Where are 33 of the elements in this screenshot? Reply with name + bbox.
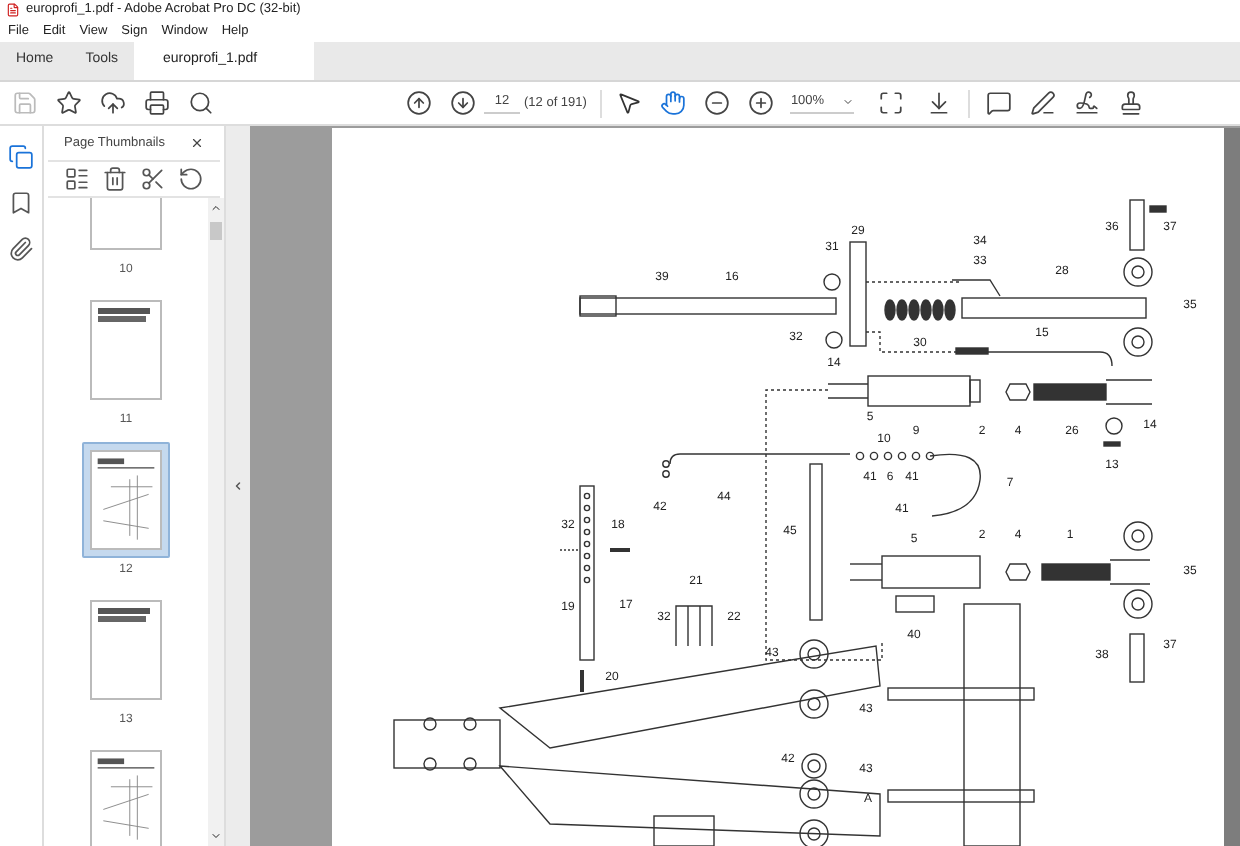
rotate-icon[interactable] [178,166,204,192]
pen-icon[interactable] [1030,90,1057,116]
cloud-upload-icon[interactable] [100,90,126,116]
star-icon[interactable] [56,90,82,116]
bookmark-icon[interactable] [8,190,34,216]
comment-icon[interactable] [986,90,1013,116]
scroll-down-icon[interactable] [210,830,222,842]
collapse-icon[interactable] [232,480,244,492]
trash-icon[interactable] [102,166,128,192]
print-icon[interactable] [144,90,170,116]
page-thumbnail[interactable] [82,442,170,558]
scrollbar[interactable] [1224,128,1240,846]
paperclip-icon[interactable] [8,236,34,262]
pointer-icon[interactable] [616,90,643,116]
scroll-up-icon[interactable] [210,202,222,214]
fit-page-icon[interactable] [878,90,905,116]
pdf-file-icon [6,2,20,18]
close-icon[interactable] [190,136,204,150]
options-icon[interactable] [64,166,90,192]
scissors-icon[interactable] [140,166,166,192]
search-icon[interactable] [188,90,214,116]
caret-icon [842,96,855,108]
signature-icon[interactable] [1074,90,1101,116]
scroll-icon[interactable] [926,90,953,116]
pages-icon[interactable] [8,144,34,170]
next-page-icon[interactable] [450,90,476,116]
previous-page-icon[interactable] [406,90,432,116]
scrollbar[interactable] [208,198,224,846]
zoom-out-icon[interactable] [704,90,731,116]
zoom-in-icon[interactable] [748,90,775,116]
hand-icon[interactable] [660,90,687,116]
stamp-icon[interactable] [1118,90,1145,116]
scroll-thumb[interactable] [210,222,222,240]
